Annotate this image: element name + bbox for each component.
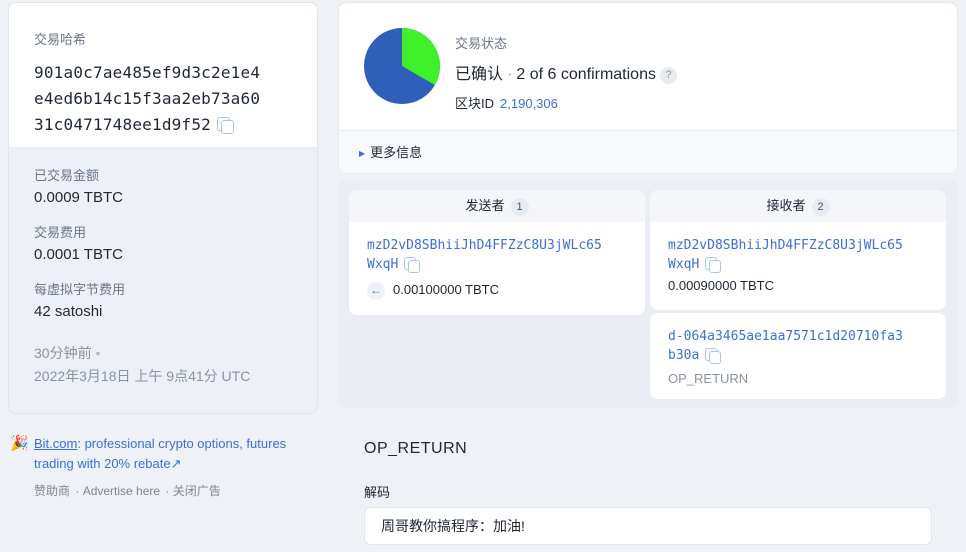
ad-text-1[interactable]: : professional crypto options, futures (77, 436, 286, 451)
op-return-card: OP_RETURN 解码 周哥教你搞程序：加油! (338, 412, 958, 552)
external-link-icon: ↗ (170, 456, 182, 471)
senders-count: 1 (510, 198, 529, 216)
traded-amount-value: 0.0009 TBTC (34, 189, 123, 206)
party-popper-icon: 🎉 (10, 435, 29, 452)
hash-line-3: 31c0471748ee1d9f52 (34, 115, 211, 134)
receivers-count: 2 (811, 198, 830, 216)
fee-value: 0.0001 TBTC (34, 246, 123, 263)
receiver-1-address-line-1: mzD2vD8SBhiiJhD4FFZzC8U3jWLc65 (668, 238, 903, 253)
time-ago: 30分钟前 (34, 345, 92, 361)
receiver-item-2: d-064a3465ae1aa7571c1d20710fa3 b30a OP_R… (650, 313, 946, 399)
help-icon[interactable]: ? (659, 67, 677, 84)
hash-line-1: 901a0c7ae485ef9d3c2e1e4 (34, 63, 261, 82)
receiver-2-address[interactable]: d-064a3465ae1aa7571c1d20710fa3 b30a (668, 327, 928, 365)
confirmed-text: 已确认 (455, 66, 504, 83)
sender-address-line-2: WxqH (367, 257, 399, 272)
more-info-toggle[interactable]: ▶ 更多信息 (339, 130, 957, 173)
sender-amount: 0.00100000 TBTC (393, 282, 499, 297)
transaction-hash[interactable]: 901a0c7ae485ef9d3c2e1e4 e4ed6b14c15f3aa2… (34, 60, 292, 138)
hash-line-2: e4ed6b14c15f3aa2eb73a60 (34, 89, 261, 108)
fee-label: 交易费用 (34, 225, 87, 240)
sender-address[interactable]: mzD2vD8SBhiiJhD4FFZzC8U3jWLc65 WxqH (367, 236, 627, 274)
senders-header: 发送者 1 (349, 190, 645, 222)
vbyte-fee-value: 42 satoshi (34, 303, 103, 320)
ad-brand-link[interactable]: Bit.com (34, 436, 77, 451)
sender-address-line-1: mzD2vD8SBhiiJhD4FFZzC8U3jWLc65 (367, 238, 602, 253)
advertise-link[interactable]: Advertise here (83, 484, 160, 498)
copy-icon[interactable] (215, 115, 234, 134)
traded-amount-label: 已交易金额 (34, 168, 100, 183)
receivers-label: 接收者 (766, 198, 806, 213)
receiver-1-address-line-2: WxqH (668, 257, 700, 272)
more-info-label: 更多信息 (370, 145, 423, 160)
status-card: 交易状态 已确认 · 2 of 6 confirmations? 区块ID 2,190… (338, 2, 958, 174)
stats-section: 已交易金额 0.0009 TBTC 交易费用 0.0001 TBTC 每虚拟字节… (9, 147, 317, 406)
arrow-left-icon[interactable]: ← (367, 282, 385, 300)
vbyte-fee-label: 每虚拟字节费用 (34, 282, 126, 297)
op-return-title: OP_RETURN (364, 440, 468, 457)
sponsor-label: 赞助商 (34, 484, 71, 498)
block-id-label: 区块ID (455, 96, 495, 111)
sponsored-ad: 🎉 Bit.com: professional crypto options, … (10, 435, 287, 498)
receivers-header: 接收者 2 (650, 190, 946, 222)
close-ad-link[interactable]: 关闭广告 (173, 484, 221, 498)
caret-right-icon: ▶ (359, 149, 366, 158)
timestamp: 2022年3月18日 上午 9点41分 UTC (34, 368, 251, 384)
receiver-item-1: mzD2vD8SBhiiJhD4FFZzC8U3jWLc65 WxqH 0.00… (650, 222, 946, 310)
hash-label: 交易哈希 (34, 32, 87, 47)
copy-icon[interactable] (703, 255, 722, 273)
block-id-link[interactable]: 2,190,306 (500, 96, 558, 111)
decode-label: 解码 (364, 485, 391, 500)
ad-text-2[interactable]: trading with 20% rebate (34, 456, 171, 471)
copy-icon[interactable] (402, 255, 421, 273)
receiver-2-address-line-1: d-064a3465ae1aa7571c1d20710fa3 (668, 329, 903, 344)
confirmations-text: 2 of 6 confirmations (516, 66, 656, 83)
status-label: 交易状态 (455, 36, 508, 51)
receiver-1-address[interactable]: mzD2vD8SBhiiJhD4FFZzC8U3jWLc65 WxqH (668, 236, 928, 274)
senders-label: 发送者 (465, 198, 505, 213)
hash-section: 交易哈希 901a0c7ae485ef9d3c2e1e4 e4ed6b14c15… (9, 3, 317, 147)
confirmation-pie-chart (364, 28, 440, 104)
transaction-summary-card: 交易哈希 901a0c7ae485ef9d3c2e1e4 e4ed6b14c15… (8, 2, 318, 414)
receiver-2-type: OP_RETURN (668, 371, 749, 386)
sender-item: mzD2vD8SBhiiJhD4FFZzC8U3jWLc65 WxqH ← 0.0… (349, 222, 645, 315)
receiver-2-address-line-2: b30a (668, 348, 700, 363)
copy-icon[interactable] (703, 346, 722, 364)
inputs-outputs: 发送者 1 mzD2vD8SBhiiJhD4FFZzC8U3jWLc65 WxqH… (338, 180, 958, 408)
receiver-1-amount: 0.00090000 TBTC (668, 278, 774, 293)
decoded-text-field[interactable]: 周哥教你搞程序：加油! (364, 507, 932, 545)
